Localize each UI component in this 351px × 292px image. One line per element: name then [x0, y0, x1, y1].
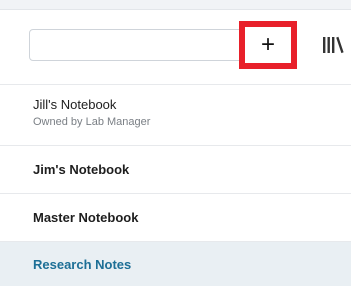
notebook-list: Jill's Notebook Owned by Lab Manager Jim…: [0, 85, 351, 286]
notebook-item-jims[interactable]: Jim's Notebook: [0, 146, 351, 194]
add-notebook-button[interactable]: +: [239, 21, 297, 69]
notebook-item-jills[interactable]: Jill's Notebook Owned by Lab Manager: [0, 85, 351, 146]
notebook-item-master[interactable]: Master Notebook: [0, 194, 351, 242]
plus-icon: +: [260, 31, 275, 58]
notebook-name: Research Notes: [33, 256, 132, 272]
notebook-owner: Owned by Lab Manager: [33, 116, 151, 128]
top-strip: [0, 0, 351, 10]
search-input[interactable]: [29, 29, 251, 61]
notebook-name: Jill's Notebook: [33, 97, 117, 112]
notebook-name: Jim's Notebook: [33, 162, 130, 177]
notebook-name: Master Notebook: [33, 210, 139, 225]
notebook-item-research-notes[interactable]: Research Notes: [0, 242, 351, 286]
library-icon[interactable]: [322, 35, 344, 55]
